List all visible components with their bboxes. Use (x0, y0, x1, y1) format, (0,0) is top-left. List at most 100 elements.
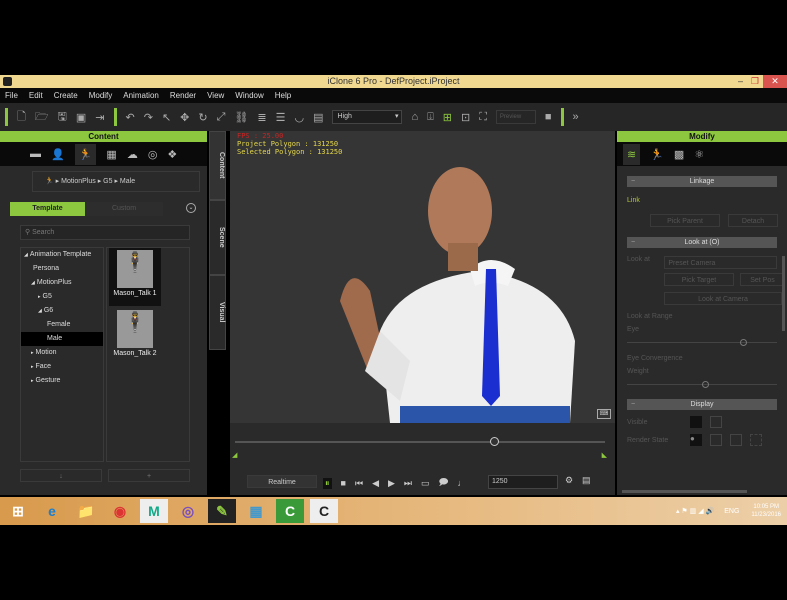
timeline-slider-handle[interactable] (490, 437, 499, 446)
set-icon[interactable]: ☁ (127, 148, 138, 161)
save-icon[interactable]: 🖫 (58, 108, 67, 127)
language-indicator[interactable]: ENG (724, 508, 739, 515)
menu-edit[interactable]: Edit (29, 88, 43, 103)
render-box-icon[interactable] (750, 434, 762, 446)
tab-template[interactable]: Template (10, 202, 85, 216)
actor-icon[interactable]: 👤 (51, 148, 65, 161)
side-tab-scene[interactable]: Scene (209, 200, 226, 275)
subtitle-icon[interactable]: 🗩 (439, 475, 449, 491)
options-icon[interactable]: ⌄ (186, 203, 196, 213)
iclone-icon[interactable]: ✎ (208, 499, 236, 523)
tree-item[interactable]: ▸ Face (21, 360, 103, 374)
breadcrumb-item[interactable]: Male (120, 178, 135, 185)
tray-icons[interactable]: ▴ ⚑ ▥ ◢ 🔊 (676, 507, 714, 515)
hidden-toggle[interactable] (710, 416, 722, 428)
expand-arrow-icon[interactable]: ◢ (31, 280, 35, 286)
attributes-icon[interactable]: ≋ (623, 143, 641, 165)
camtasia-icon[interactable]: C (276, 499, 304, 523)
search-input[interactable]: ⚲ Search (20, 225, 190, 240)
character-model[interactable] (330, 161, 590, 423)
tree-item[interactable]: Persona (21, 262, 103, 276)
viewport-icon[interactable]: ▤ (313, 111, 323, 124)
pause-button[interactable]: ⏸ (323, 477, 332, 489)
ie-icon[interactable]: e (38, 499, 66, 523)
weight-slider-handle[interactable] (702, 381, 709, 388)
loop-icon[interactable]: ▭ (421, 478, 430, 489)
start-button[interactable]: ⊞ (4, 499, 32, 523)
preview-select[interactable]: Preview (495, 110, 536, 124)
move-icon[interactable]: ✥ (180, 111, 189, 124)
menu-modify[interactable]: Modify (89, 88, 113, 103)
menu-render[interactable]: Render (170, 88, 196, 103)
linkage-section[interactable]: Linkage (627, 176, 777, 187)
menu-view[interactable]: View (207, 88, 224, 103)
settings-icon[interactable]: ⚙ (565, 475, 573, 486)
new-file-icon[interactable]: 🗋 (17, 108, 26, 127)
import-icon[interactable]: ▣ (76, 111, 86, 124)
rewind-button[interactable]: ◀ (372, 478, 379, 489)
expand-arrow-icon[interactable]: ◢ (38, 308, 42, 314)
viber-icon[interactable]: ◎ (174, 499, 202, 523)
drop-icon[interactable]: ⍗ (427, 111, 434, 124)
tree-item[interactable]: ◢ G6 (21, 304, 103, 318)
timeline-slider[interactable] (235, 441, 605, 443)
eye-slider[interactable] (627, 339, 777, 347)
maya-icon[interactable]: M (140, 499, 168, 523)
detach-button[interactable]: Detach (728, 214, 778, 227)
weight-slider[interactable] (627, 381, 777, 389)
redo-icon[interactable]: ↷ (144, 111, 153, 124)
frame-icon[interactable]: ⊡ (461, 111, 470, 124)
item-mason-talk-2[interactable]: 🕴 Mason_Talk 2 (109, 308, 161, 366)
tree-item[interactable]: Female (21, 318, 103, 332)
render-wire-icon[interactable] (710, 434, 722, 446)
menu-create[interactable]: Create (54, 88, 78, 103)
3d-viewport[interactable]: FPS : 25.00 Project Polygon : 131250 Sel… (230, 131, 615, 423)
look-at-camera-button[interactable]: Look at Camera (664, 292, 782, 305)
expand-arrow-icon[interactable]: ▸ (31, 364, 34, 370)
open-folder-icon[interactable]: 🗁 (35, 108, 49, 127)
visible-toggle[interactable] (690, 416, 702, 428)
tree-item[interactable]: ◢ Animation Template (21, 248, 103, 262)
item-mason-talk-1[interactable]: 🕴 Mason_Talk 1 (109, 248, 161, 306)
keyboard-icon[interactable]: ⌨ (597, 409, 611, 419)
tree-item[interactable]: ▸ Motion (21, 346, 103, 360)
minimize-button[interactable]: – (738, 75, 743, 88)
stage-icon[interactable]: ▦ (106, 148, 116, 161)
look-at-section[interactable]: Look at (O) (627, 237, 777, 248)
camtasia-recorder-icon[interactable]: C (310, 499, 338, 523)
fit-icon[interactable]: ⛶ (479, 111, 487, 124)
close-button[interactable]: ✕ (763, 75, 787, 88)
breadcrumb-item[interactable]: G5 (103, 178, 112, 185)
pick-target-button[interactable]: Pick Target (664, 273, 734, 286)
expand-arrow-icon[interactable]: ◢ (24, 252, 28, 258)
render-solid-icon[interactable]: ● (690, 434, 702, 446)
vertical-scrollbar[interactable] (782, 256, 785, 331)
quality-select[interactable]: High ▾ (332, 110, 403, 124)
camera-icon[interactable]: ■ (545, 111, 552, 123)
select-icon[interactable]: ↖ (162, 111, 171, 124)
media-icon[interactable]: ◎ (148, 148, 158, 161)
horizontal-scrollbar[interactable] (622, 490, 747, 493)
menu-window[interactable]: Window (235, 88, 263, 103)
tab-custom[interactable]: Custom (85, 202, 163, 216)
animation-icon[interactable]: 🏃 (74, 143, 97, 165)
network-app-icon[interactable]: ▦ (242, 499, 270, 523)
breadcrumb-item[interactable]: MotionPlus (61, 178, 96, 185)
tree-item[interactable]: ◢ MotionPlus (21, 276, 103, 290)
align-icon[interactable]: ≣ (257, 111, 266, 124)
next-key-button[interactable]: ⏭ (404, 478, 412, 489)
link-icon[interactable]: ⛓ (234, 111, 248, 124)
prev-key-button[interactable]: ⏮ (355, 478, 363, 489)
restore-button[interactable]: ❐ (751, 75, 759, 88)
range-start-marker[interactable]: ◢ (232, 451, 237, 459)
timeline-icon[interactable]: ▤ (582, 475, 591, 486)
home-icon[interactable]: ⌂ (411, 111, 418, 123)
material-icon[interactable]: ▩ (674, 148, 684, 161)
tree-item[interactable]: Male (21, 332, 103, 346)
physics-icon[interactable]: ⚛ (694, 148, 704, 161)
range-end-marker[interactable]: ◣ (602, 451, 607, 459)
tree-item[interactable]: ▸ Gesture (21, 374, 103, 388)
render-xray-icon[interactable] (730, 434, 742, 446)
menu-help[interactable]: Help (275, 88, 291, 103)
menu-file[interactable]: File (5, 88, 18, 103)
